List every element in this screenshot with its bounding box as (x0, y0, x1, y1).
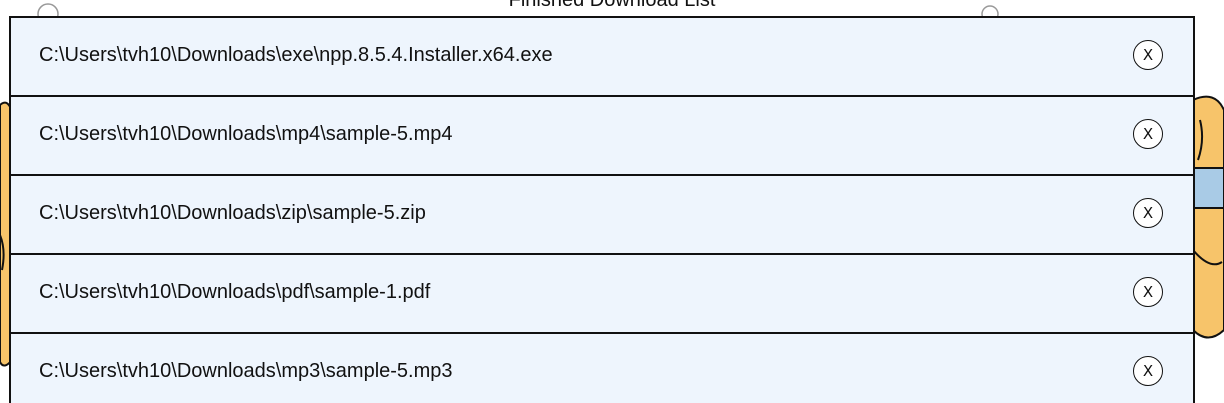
list-title: Finished Download List (508, 0, 716, 11)
download-item: C:\Users\tvh10\Downloads\zip\sample-5.zi… (9, 174, 1195, 255)
download-path: C:\Users\tvh10\Downloads\zip\sample-5.zi… (39, 202, 426, 224)
download-item: C:\Users\tvh10\Downloads\pdf\sample-1.pd… (9, 253, 1195, 334)
finished-download-list: C:\Users\tvh10\Downloads\exe\npp.8.5.4.I… (9, 16, 1195, 403)
download-item: C:\Users\tvh10\Downloads\mp3\sample-5.mp… (9, 332, 1195, 403)
remove-button[interactable]: X (1133, 356, 1163, 386)
remove-button[interactable]: X (1133, 119, 1163, 149)
download-path: C:\Users\tvh10\Downloads\pdf\sample-1.pd… (39, 281, 431, 303)
download-path: C:\Users\tvh10\Downloads\mp4\sample-5.mp… (39, 123, 453, 145)
download-path: C:\Users\tvh10\Downloads\mp3\sample-5.mp… (39, 360, 453, 382)
remove-button[interactable]: X (1133, 198, 1163, 228)
download-item: C:\Users\tvh10\Downloads\mp4\sample-5.mp… (9, 95, 1195, 176)
close-icon: X (1142, 124, 1154, 143)
download-item: C:\Users\tvh10\Downloads\exe\npp.8.5.4.I… (9, 16, 1195, 97)
download-path: C:\Users\tvh10\Downloads\exe\npp.8.5.4.I… (39, 44, 553, 66)
close-icon: X (1142, 361, 1154, 380)
download-window: Finished Download List C:\Users\tvh10\Do… (0, 0, 1224, 403)
close-icon: X (1142, 45, 1154, 64)
close-icon: X (1142, 203, 1154, 222)
remove-button[interactable]: X (1133, 277, 1163, 307)
close-icon: X (1142, 282, 1154, 301)
remove-button[interactable]: X (1133, 40, 1163, 70)
